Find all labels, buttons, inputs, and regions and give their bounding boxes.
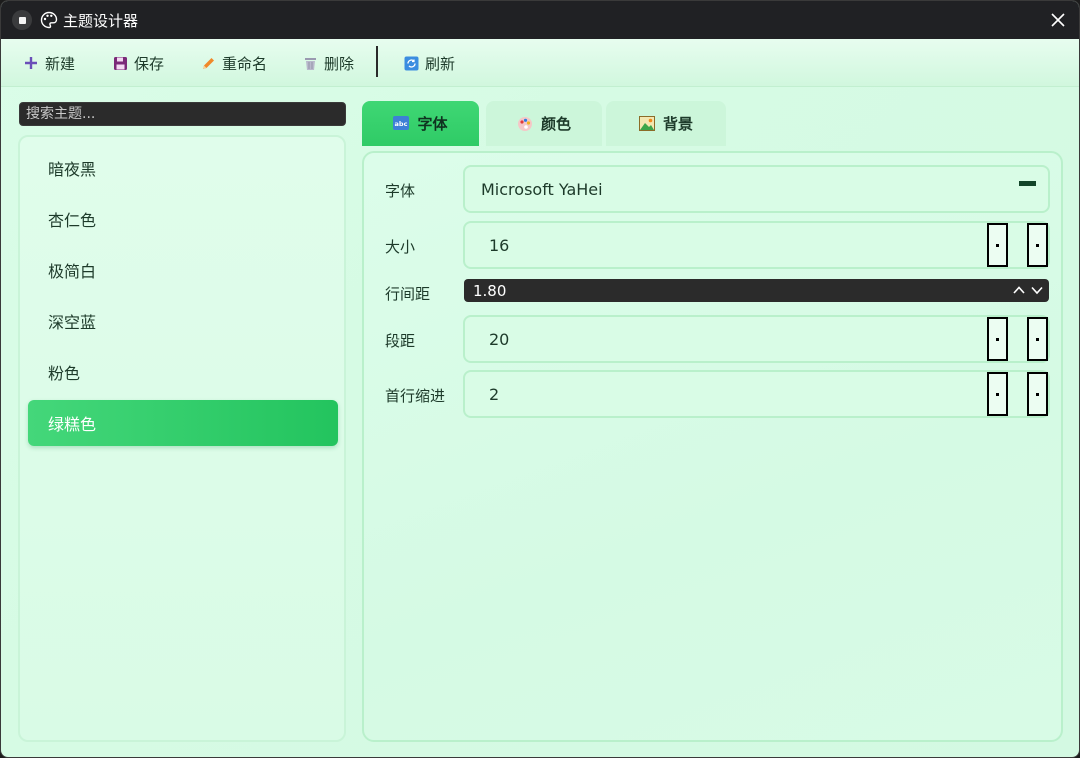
font-family-combobox[interactable]: Microsoft YaHei bbox=[463, 165, 1050, 213]
rename-button[interactable]: 重命名 bbox=[200, 51, 267, 75]
theme-item-label: 深空蓝 bbox=[48, 313, 97, 332]
paragraph-spacing-decrement-button[interactable] bbox=[987, 317, 1008, 361]
refresh-button-label: 刷新 bbox=[425, 54, 456, 73]
tab-background-label: 背景 bbox=[662, 115, 693, 133]
close-button[interactable] bbox=[1047, 9, 1069, 31]
close-icon bbox=[1051, 13, 1065, 27]
line-spacing-label: 行间距 bbox=[385, 285, 431, 303]
delete-button[interactable]: 删除 bbox=[302, 51, 354, 75]
tab-font-label: 字体 bbox=[417, 115, 448, 133]
theme-item-label: 粉色 bbox=[48, 364, 81, 383]
paragraph-spacing-label: 段距 bbox=[385, 332, 416, 350]
tab-color[interactable]: 颜色 bbox=[486, 101, 602, 146]
theme-item-label: 绿糕色 bbox=[48, 415, 97, 434]
first-indent-label: 首行缩进 bbox=[385, 387, 446, 405]
app-icon bbox=[12, 10, 32, 30]
first-indent-decrement-button[interactable] bbox=[987, 372, 1008, 416]
tab-font[interactable]: abc 字体 bbox=[362, 101, 479, 146]
spin-dot-icon bbox=[1036, 337, 1039, 341]
first-indent-value: 2 bbox=[489, 384, 500, 404]
toolbar-divider bbox=[376, 46, 378, 77]
save-button[interactable]: 保存 bbox=[112, 51, 164, 75]
spin-dot-icon bbox=[1036, 243, 1039, 247]
abc-text-icon: abc bbox=[393, 115, 410, 132]
theme-search-input[interactable]: 搜索主题... bbox=[19, 102, 346, 126]
pencil-icon bbox=[200, 55, 216, 71]
spin-dot-icon bbox=[996, 392, 999, 396]
theme-designer-window: 主题设计器 新建 保存 重命名 删除 刷新 搜索主题... 暗夜黑 杏仁色 极简… bbox=[0, 0, 1080, 758]
picture-icon bbox=[638, 115, 655, 132]
trash-icon bbox=[302, 55, 318, 71]
svg-text:abc: abc bbox=[395, 120, 408, 128]
delete-button-label: 删除 bbox=[324, 54, 355, 73]
plus-icon bbox=[23, 55, 39, 71]
line-spacing-spinbox[interactable]: 1.80 bbox=[464, 279, 1049, 302]
window-title: 主题设计器 bbox=[63, 12, 139, 30]
font-size-increment-button[interactable] bbox=[1027, 223, 1048, 267]
floppy-disk-icon bbox=[112, 55, 128, 71]
palette-icon bbox=[40, 11, 58, 29]
chevron-down-icon[interactable] bbox=[1029, 282, 1045, 298]
theme-item-selected[interactable]: 绿糕色 bbox=[28, 400, 338, 446]
save-button-label: 保存 bbox=[134, 54, 165, 73]
tab-color-label: 颜色 bbox=[540, 115, 571, 133]
spin-dot-icon bbox=[996, 243, 999, 247]
first-indent-spinbox[interactable]: 2 bbox=[463, 370, 1050, 418]
dropdown-indicator-icon bbox=[1019, 181, 1036, 186]
spin-dot-icon bbox=[1036, 392, 1039, 396]
paragraph-spacing-value: 20 bbox=[489, 329, 510, 349]
first-indent-increment-button[interactable] bbox=[1027, 372, 1048, 416]
theme-item-label: 暗夜黑 bbox=[48, 160, 97, 179]
font-size-value: 16 bbox=[489, 235, 510, 255]
search-placeholder: 搜索主题... bbox=[26, 106, 96, 122]
paragraph-spacing-increment-button[interactable] bbox=[1027, 317, 1048, 361]
font-size-label: 大小 bbox=[385, 238, 416, 256]
rename-button-label: 重命名 bbox=[222, 54, 268, 73]
refresh-icon bbox=[403, 55, 419, 71]
paragraph-spacing-spinbox[interactable]: 20 bbox=[463, 315, 1050, 363]
theme-item-label: 杏仁色 bbox=[48, 211, 97, 230]
tab-background[interactable]: 背景 bbox=[606, 101, 726, 146]
theme-item[interactable]: 深空蓝 bbox=[28, 298, 338, 344]
toolbar: 新建 保存 重命名 删除 刷新 bbox=[1, 39, 1079, 87]
font-size-decrement-button[interactable] bbox=[987, 223, 1008, 267]
theme-list: 暗夜黑 杏仁色 极简白 深空蓝 粉色 绿糕色 bbox=[18, 135, 346, 742]
refresh-button[interactable]: 刷新 bbox=[403, 51, 455, 75]
font-family-value: Microsoft YaHei bbox=[481, 179, 603, 199]
title-bar: 主题设计器 bbox=[1, 1, 1079, 39]
chevron-up-icon[interactable] bbox=[1011, 282, 1027, 298]
new-button[interactable]: 新建 bbox=[23, 51, 75, 75]
palette-icon bbox=[517, 116, 533, 132]
theme-item[interactable]: 极简白 bbox=[28, 247, 338, 293]
theme-item-label: 极简白 bbox=[48, 262, 97, 281]
new-button-label: 新建 bbox=[45, 54, 76, 73]
line-spacing-value: 1.80 bbox=[473, 281, 507, 300]
font-family-label: 字体 bbox=[385, 182, 416, 200]
theme-item[interactable]: 杏仁色 bbox=[28, 196, 338, 242]
theme-item[interactable]: 粉色 bbox=[28, 349, 338, 395]
theme-item[interactable]: 暗夜黑 bbox=[28, 145, 338, 191]
font-size-spinbox[interactable]: 16 bbox=[463, 221, 1050, 269]
spin-dot-icon bbox=[996, 337, 999, 341]
